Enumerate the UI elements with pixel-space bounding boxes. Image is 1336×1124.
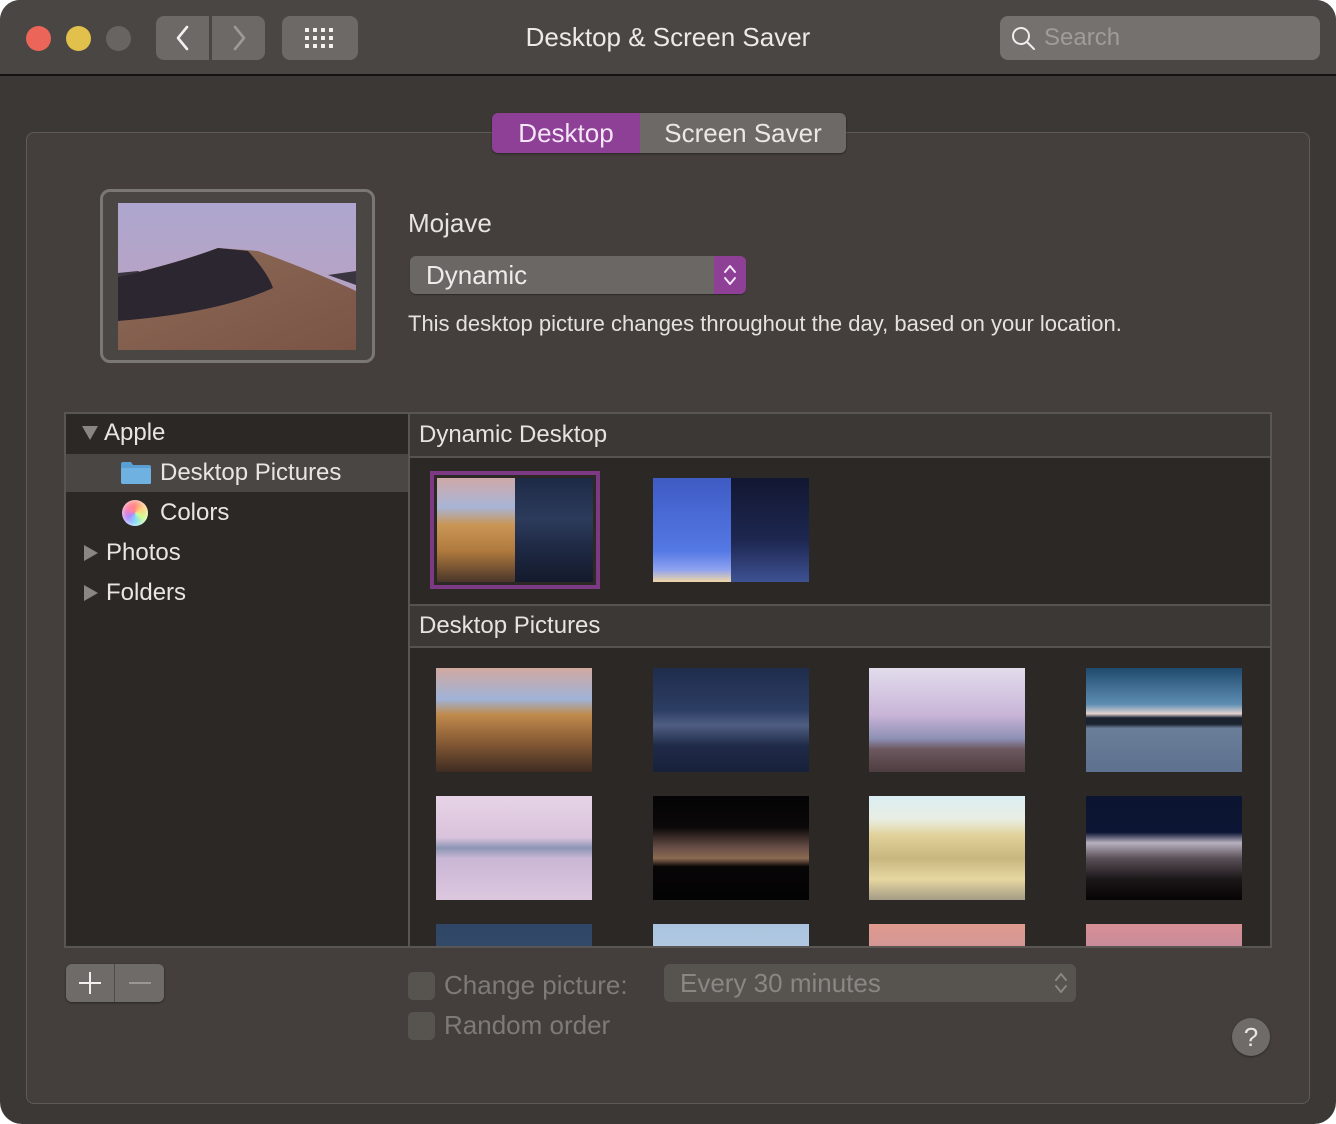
wallpaper-thumbnail[interactable] (653, 668, 809, 772)
source-item-folders[interactable]: Folders (66, 574, 408, 612)
wallpaper-thumbnail[interactable] (869, 924, 1025, 946)
minimize-button[interactable] (66, 26, 91, 51)
appearance-mode-value: Dynamic (426, 259, 528, 290)
folder-icon (121, 462, 151, 484)
desktop-preview (100, 189, 375, 363)
wallpaper-description: This desktop picture changes throughout … (408, 311, 1122, 336)
close-button[interactable] (26, 26, 51, 51)
plus-icon (79, 972, 101, 994)
wallpaper-thumbnail[interactable] (653, 796, 809, 900)
remove-folder-button[interactable] (115, 964, 164, 1002)
change-interval-select[interactable]: Every 30 minutes (664, 964, 1076, 1002)
wallpaper-thumbnail[interactable] (436, 668, 592, 772)
section-header-desktop-pictures: Desktop Pictures (410, 604, 1270, 648)
add-remove-control (66, 964, 164, 1002)
wallpaper-thumbnail[interactable] (430, 471, 600, 589)
appearance-mode-select[interactable]: Dynamic (410, 256, 746, 294)
disclosure-right-icon[interactable] (84, 585, 98, 601)
section-header-dynamic: Dynamic Desktop (410, 414, 1270, 458)
random-order-checkbox[interactable] (408, 1011, 435, 1040)
source-item-photos[interactable]: Photos (66, 534, 408, 572)
tab-desktop[interactable]: Desktop (492, 113, 640, 153)
change-picture-label: Change picture: (444, 970, 628, 1000)
show-all-button[interactable] (282, 16, 358, 60)
source-item-apple[interactable]: Apple (66, 414, 408, 452)
wallpaper-name: Mojave (408, 208, 492, 238)
source-label: Folders (106, 579, 187, 606)
grid-icon (305, 28, 333, 48)
source-item-desktop-pictures[interactable]: Desktop Pictures (66, 454, 408, 492)
updown-arrows-icon (1046, 970, 1076, 996)
updown-arrows-icon (714, 256, 746, 294)
wallpaper-thumbnail[interactable] (1086, 668, 1242, 772)
mojave-dune-image (118, 203, 356, 350)
wallpaper-thumbnail[interactable] (1086, 796, 1242, 900)
disclosure-down-icon[interactable] (82, 426, 98, 440)
wallpaper-thumbnail[interactable] (869, 668, 1025, 772)
title-bar: Desktop & Screen Saver (0, 0, 1336, 76)
preview-image (118, 203, 356, 350)
wallpaper-thumbnail[interactable] (653, 478, 809, 582)
solar-day-half (653, 478, 731, 582)
wallpaper-thumbnail[interactable] (436, 796, 592, 900)
source-label: Colors (160, 499, 230, 526)
source-label: Desktop Pictures (160, 459, 342, 486)
help-button[interactable]: ? (1232, 1018, 1270, 1056)
wallpaper-thumbnail[interactable] (653, 924, 809, 946)
search-input[interactable] (1044, 24, 1304, 52)
source-item-colors[interactable]: Colors (66, 494, 408, 532)
mojave-night-half (515, 478, 593, 582)
search-icon (1012, 27, 1035, 50)
search-field[interactable] (1000, 16, 1320, 60)
chevron-left-icon (176, 25, 188, 51)
wallpaper-gallery[interactable]: Dynamic Desktop Desktop Pictures (408, 412, 1272, 948)
mojave-day-half (437, 478, 515, 582)
solar-night-half (731, 478, 809, 582)
disclosure-right-icon[interactable] (84, 545, 98, 561)
wallpaper-thumbnail[interactable] (869, 796, 1025, 900)
source-label: Apple (104, 419, 166, 446)
tab-screen-saver[interactable]: Screen Saver (640, 113, 846, 153)
back-button[interactable] (156, 16, 209, 60)
source-label: Photos (106, 539, 181, 566)
change-picture-option: Change picture: (408, 970, 628, 1001)
source-list[interactable]: Apple Desktop Pictures Colors Photos Fol… (64, 412, 410, 948)
minus-icon (128, 982, 151, 984)
random-order-option: Random order (408, 1010, 610, 1041)
change-picture-checkbox[interactable] (408, 971, 435, 1000)
random-order-label: Random order (444, 1010, 611, 1040)
chevron-right-icon (233, 25, 245, 51)
change-interval-value: Every 30 minutes (680, 967, 881, 998)
color-wheel-icon (122, 500, 148, 526)
tab-bar: Desktop Screen Saver (492, 113, 846, 153)
wallpaper-thumbnail[interactable] (1086, 924, 1242, 946)
add-folder-button[interactable] (66, 964, 115, 1002)
zoom-button[interactable] (106, 26, 131, 51)
preferences-window: Desktop & Screen Saver Desktop Screen Sa… (0, 0, 1336, 1124)
forward-button[interactable] (212, 16, 265, 60)
wallpaper-thumbnail[interactable] (436, 924, 592, 946)
